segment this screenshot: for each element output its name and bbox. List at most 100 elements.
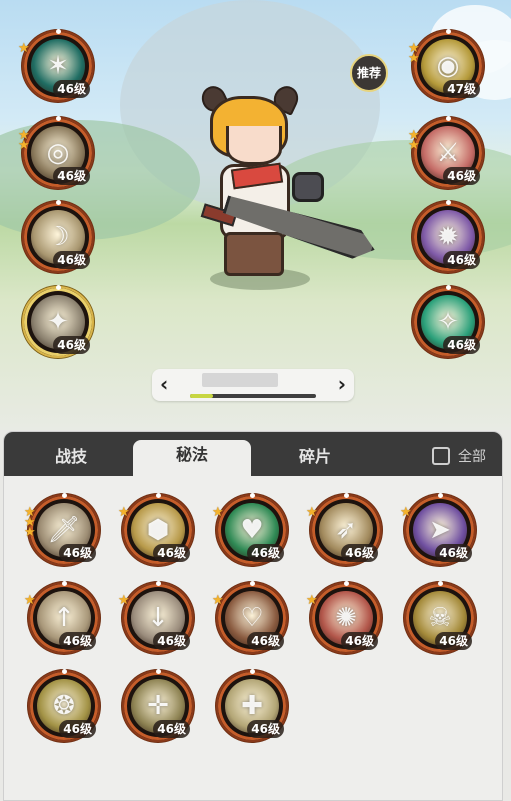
- skill-slot[interactable]: ♡ 46级 ★: [212, 581, 288, 654]
- tab-fragments[interactable]: 碎片: [256, 442, 374, 476]
- star-rating: ★ ★: [408, 129, 420, 153]
- recommend-button[interactable]: 推荐: [350, 54, 388, 92]
- star-icon: ★: [24, 593, 36, 608]
- slot-indicator-dot: [56, 29, 61, 34]
- skill-level-label: 46级: [247, 720, 284, 738]
- skill-slot[interactable]: ➶ 46级 ★: [306, 493, 382, 566]
- skill-slot[interactable]: ✛ 46级: [122, 669, 194, 742]
- skill-slot[interactable]: ✧ 46级: [412, 285, 484, 358]
- skill-level-label: 46级: [153, 720, 190, 738]
- progress-fill: [190, 394, 213, 398]
- skill-slot[interactable]: ♥ 46级 ★: [212, 493, 288, 566]
- skill-slot[interactable]: ⚔ 46级 ★ ★: [408, 116, 484, 189]
- skill-level-label: 46级: [59, 632, 96, 650]
- star-icon: ★: [212, 505, 224, 520]
- slot-indicator-dot: [62, 669, 67, 674]
- skill-slot[interactable]: ↑ 46级 ★: [24, 581, 100, 654]
- skill-panel: 战技 秘法 碎片 全部 🗡 46级 ★ ★ ★ ⬢ 46级 ★ ♥ 46级 ★ ➶ 46级 ★ ➤ 46级 ★ ↑…: [3, 431, 503, 801]
- star-rating: ★: [18, 42, 30, 55]
- star-icon: ★: [400, 505, 412, 520]
- tab-combat-skills[interactable]: 战技: [12, 442, 130, 476]
- slot-indicator-dot: [56, 116, 61, 121]
- tab-bar: 战技 秘法 碎片 全部: [4, 432, 502, 476]
- star-rating: ★: [306, 593, 318, 608]
- skill-slot[interactable]: ↓ 46级 ★: [118, 581, 194, 654]
- slot-indicator-dot: [446, 285, 451, 290]
- tab-secret-arts[interactable]: 秘法: [133, 440, 251, 476]
- hero-gauntlet: [292, 172, 324, 202]
- skill-slot[interactable]: ✺ 46级 ★: [306, 581, 382, 654]
- select-all-toggle[interactable]: 全部: [432, 446, 486, 466]
- slot-indicator-dot: [446, 29, 451, 34]
- skill-level-label: 46级: [443, 251, 480, 269]
- slot-indicator-dot: [62, 581, 67, 586]
- star-rating: ★ ★: [18, 129, 30, 153]
- slot-indicator-dot: [250, 581, 255, 586]
- slot-indicator-dot: [446, 200, 451, 205]
- slot-indicator-dot: [156, 669, 161, 674]
- star-icon: ★: [24, 525, 36, 540]
- slot-indicator-dot: [62, 493, 67, 498]
- star-rating: ★: [118, 505, 130, 520]
- star-rating: ★: [118, 593, 130, 608]
- prev-arrow-icon[interactable]: ‹: [160, 372, 168, 396]
- slot-indicator-dot: [344, 581, 349, 586]
- next-arrow-icon[interactable]: ›: [338, 372, 346, 396]
- star-rating: ★: [306, 505, 318, 520]
- skill-level-label: 46级: [53, 251, 90, 269]
- skill-slot[interactable]: ✚ 46级: [216, 669, 288, 742]
- skill-level-label: 46级: [59, 720, 96, 738]
- slot-indicator-dot: [56, 200, 61, 205]
- skill-slot[interactable]: ☠ 46级: [404, 581, 476, 654]
- star-icon: ★: [118, 593, 130, 608]
- skill-slot[interactable]: ◉ 47级 ★ ★: [408, 29, 484, 102]
- progress-track: [190, 394, 316, 398]
- skill-level-label: 46级: [435, 544, 472, 562]
- skill-slot[interactable]: ➤ 46级 ★: [400, 493, 476, 566]
- star-icon: ★: [306, 593, 318, 608]
- slot-indicator-dot: [250, 669, 255, 674]
- skill-slot[interactable]: ☽ 46级: [22, 200, 94, 273]
- star-rating: ★: [400, 505, 412, 520]
- skill-level-label: 46级: [443, 336, 480, 354]
- star-icon: ★: [18, 138, 30, 153]
- select-all-label: 全部: [458, 449, 486, 465]
- skill-slot[interactable]: 🗡 46级 ★ ★ ★: [24, 493, 100, 566]
- slot-indicator-dot: [56, 285, 61, 290]
- skill-level-label: 46级: [59, 544, 96, 562]
- character-name-redacted: [202, 373, 278, 387]
- hero-legs: [224, 232, 284, 276]
- skill-level-label: 46级: [153, 632, 190, 650]
- skill-slot[interactable]: ✹ 46级: [412, 200, 484, 273]
- skill-level-label: 46级: [53, 80, 90, 98]
- skill-level-label: 46级: [53, 336, 90, 354]
- skill-level-label: 46级: [153, 544, 190, 562]
- star-icon: ★: [118, 505, 130, 520]
- skill-slot[interactable]: ✦ 46级: [22, 285, 94, 358]
- skill-level-label: 46级: [53, 167, 90, 185]
- star-icon: ★: [408, 51, 420, 66]
- star-rating: ★: [212, 505, 224, 520]
- skill-level-label: 46级: [435, 632, 472, 650]
- slot-indicator-dot: [438, 581, 443, 586]
- slot-indicator-dot: [344, 493, 349, 498]
- star-icon: ★: [408, 138, 420, 153]
- skill-slot[interactable]: ❂ 46级: [28, 669, 100, 742]
- star-icon: ★: [306, 505, 318, 520]
- star-rating: ★: [212, 593, 224, 608]
- skill-level-label: 46级: [443, 167, 480, 185]
- star-icon: ★: [212, 593, 224, 608]
- slot-indicator-dot: [156, 581, 161, 586]
- skill-level-label: 46级: [341, 632, 378, 650]
- slot-indicator-dot: [446, 116, 451, 121]
- star-rating: ★ ★: [408, 42, 420, 66]
- character-pager: ‹ ›: [152, 369, 354, 401]
- slot-indicator-dot: [438, 493, 443, 498]
- skill-slot[interactable]: ⬢ 46级 ★: [118, 493, 194, 566]
- skill-slot[interactable]: ◎ 46级 ★ ★: [18, 116, 94, 189]
- slot-indicator-dot: [156, 493, 161, 498]
- checkbox-icon[interactable]: [432, 447, 450, 465]
- hero-character: [180, 82, 360, 292]
- star-rating: ★ ★ ★: [24, 506, 36, 540]
- skill-slot[interactable]: ✶ 46级 ★: [18, 29, 94, 102]
